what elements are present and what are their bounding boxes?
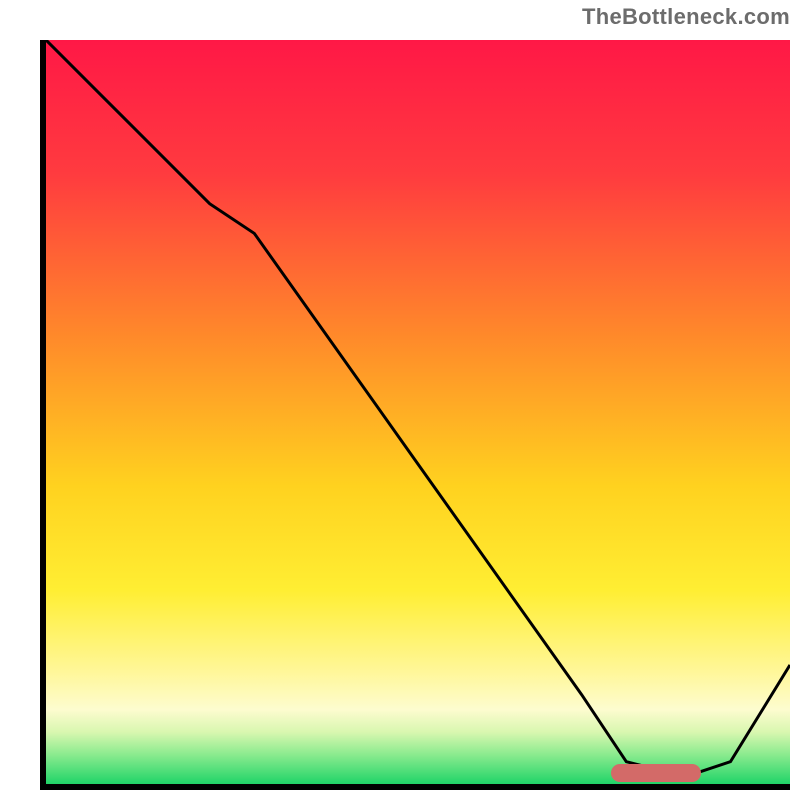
chart-frame — [40, 40, 790, 790]
attribution-text: TheBottleneck.com — [582, 4, 790, 30]
chart-plot — [46, 40, 790, 784]
optimal-range-marker — [611, 764, 700, 782]
